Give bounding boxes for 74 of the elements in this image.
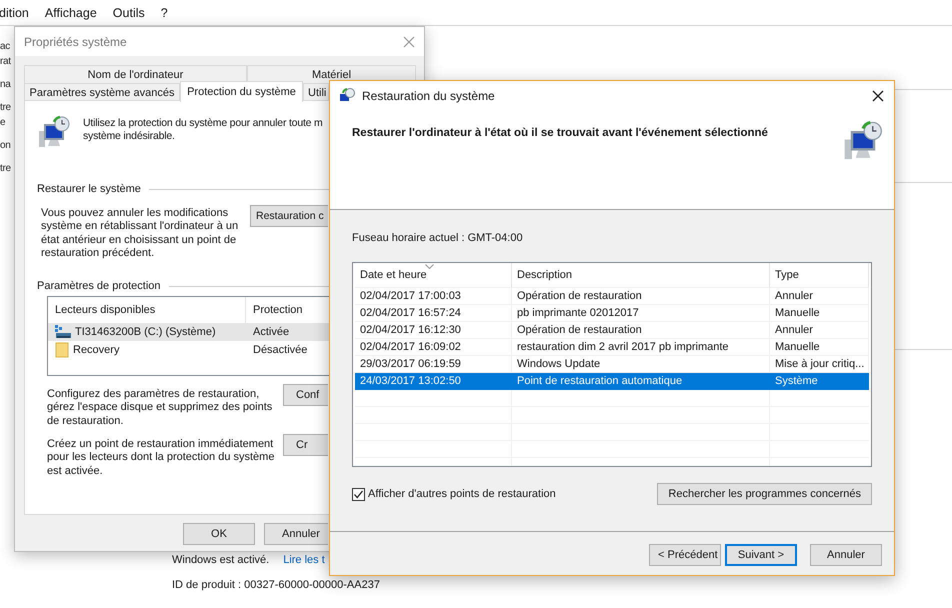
scan-programs-button[interactable]: Rechercher les programmes concernés — [657, 483, 872, 505]
type-cell: Annuler — [770, 288, 869, 305]
menu-item[interactable]: ? — [160, 6, 168, 20]
window-title: Restauration du système — [362, 88, 495, 102]
description-cell: pb imprimante 02012017 — [512, 305, 770, 322]
sidebar-link[interactable]: on — [0, 138, 11, 153]
date-cell: 02/04/2017 17:00:03 — [355, 288, 512, 305]
action-description: Créez un point de restauration immédiatement pour les lecteurs dont la protection du système est activée. — [47, 438, 276, 478]
drive-row[interactable]: TI31463200B (C:) (Système) Activée — [48, 323, 330, 342]
column-header[interactable]: Description — [512, 263, 770, 288]
activation-text: Windows est activé. — [172, 554, 270, 566]
nav-button[interactable]: < Précédent — [649, 544, 721, 566]
intro-text: Utilisez la protection du système pour annuler toute m — [83, 117, 323, 130]
sidebar-link[interactable]: tre — [0, 100, 11, 115]
dialog-button[interactable]: OK — [183, 523, 255, 545]
restore-description: Vous pouvez annuler les modifications système en rétablissant l'ordinateur à un état antérieur en choisissant un point de restauration précédent. — [41, 207, 240, 260]
nav-button[interactable]: Suivant > — [725, 544, 797, 566]
date-cell: 02/04/2017 16:57:24 — [355, 305, 512, 322]
sidebar-link[interactable]: ac — [0, 39, 11, 54]
system-restore-button[interactable]: Restauration c — [250, 205, 328, 227]
column-header[interactable]: Type — [770, 263, 869, 288]
computer-clock-icon — [339, 88, 355, 104]
sidebar-link[interactable]: tre — [0, 161, 11, 176]
date-cell: 02/04/2017 16:09:02 — [355, 339, 512, 356]
close-icon[interactable] — [872, 90, 884, 102]
drive-name: Recovery — [73, 344, 120, 356]
sidebar-link[interactable]: e — [0, 115, 11, 130]
caret-icon — [425, 264, 434, 269]
drive-icon — [55, 325, 71, 340]
protection-status: Activée — [252, 326, 290, 338]
column-header[interactable]: Date et heure — [355, 263, 512, 288]
window-title: Propriétés système — [24, 34, 127, 48]
tab[interactable]: Protection du système — [180, 81, 303, 102]
drive-row[interactable]: Recovery Désactivée — [48, 341, 330, 360]
folder-icon — [55, 342, 69, 358]
type-cell: Manuelle — [770, 339, 869, 356]
action-button[interactable]: Cr — [283, 434, 328, 456]
type-cell: Manuelle — [770, 305, 869, 322]
action-button[interactable]: Conf — [283, 384, 328, 406]
product-id: ID de produit : 00327-60000-00000-AA237 — [172, 579, 380, 591]
wizard-heading: Restaurer l'ordinateur à l'état où il se trouvait avant l'événement sélectionné — [352, 127, 768, 139]
license-link[interactable]: Lire les t — [283, 554, 325, 566]
description-cell: restauration dim 2 avril 2017 pb imprimante — [512, 339, 770, 356]
restore-point-row[interactable]: 02/04/2017 16:09:02 restauration dim 2 avril 2017 pb imprimante Manuelle — [355, 339, 869, 356]
restore-point-row[interactable]: 02/04/2017 17:00:03 Opération de restauration Annuler — [355, 288, 869, 305]
description-cell: Opération de restauration — [512, 288, 770, 305]
date-cell: 24/03/2017 13:02:50 — [355, 373, 512, 390]
menu-item[interactable]: Affichage — [44, 6, 97, 20]
timezone-text: Fuseau horaire actuel : GMT-04:00 — [352, 231, 524, 245]
restore-point-row[interactable]: 24/03/2017 13:02:50 Point de restauration automatique Système — [355, 373, 869, 390]
tab[interactable]: Utili — [303, 83, 329, 101]
sidebar-link[interactable]: na — [0, 77, 11, 92]
menu-item[interactable]: Outils — [112, 6, 145, 20]
tab[interactable]: Nom de l'ordinateur — [24, 65, 247, 83]
drive-name: TI31463200B (C:) (Système) — [75, 326, 216, 338]
description-cell: Point de restauration automatique — [512, 373, 770, 390]
restore-point-row[interactable]: 02/04/2017 16:12:30 Opération de restauration Annuler — [355, 322, 869, 339]
date-cell: 02/04/2017 16:12:30 — [355, 322, 512, 339]
intro-text: système indésirable. — [83, 130, 176, 143]
column-header[interactable]: Protection — [246, 304, 303, 316]
nav-button[interactable]: Annuler — [810, 544, 882, 566]
restore-point-row[interactable]: 02/04/2017 16:57:24 pb imprimante 02012017 Manuelle — [355, 305, 869, 322]
checkbox[interactable] — [352, 488, 365, 500]
dialog-button[interactable]: Annuler — [264, 523, 328, 545]
protection-status: Désactivée — [252, 344, 308, 356]
group-label: Restaurer le système — [37, 183, 141, 195]
action-description: Configurez des paramètres de restauration, gérez l'espace disque et supprimez des points de restauration. — [47, 388, 274, 428]
group-label: Paramètres de protection — [37, 280, 161, 292]
type-cell: Système — [770, 373, 869, 390]
description-cell: Opération de restauration — [512, 322, 770, 339]
sidebar-link[interactable]: rat — [0, 54, 11, 69]
tab[interactable]: Paramètres système avancés — [24, 83, 180, 101]
type-cell: Annuler — [770, 322, 869, 339]
checkbox-label: Afficher d'autres points de restauration — [368, 488, 556, 500]
